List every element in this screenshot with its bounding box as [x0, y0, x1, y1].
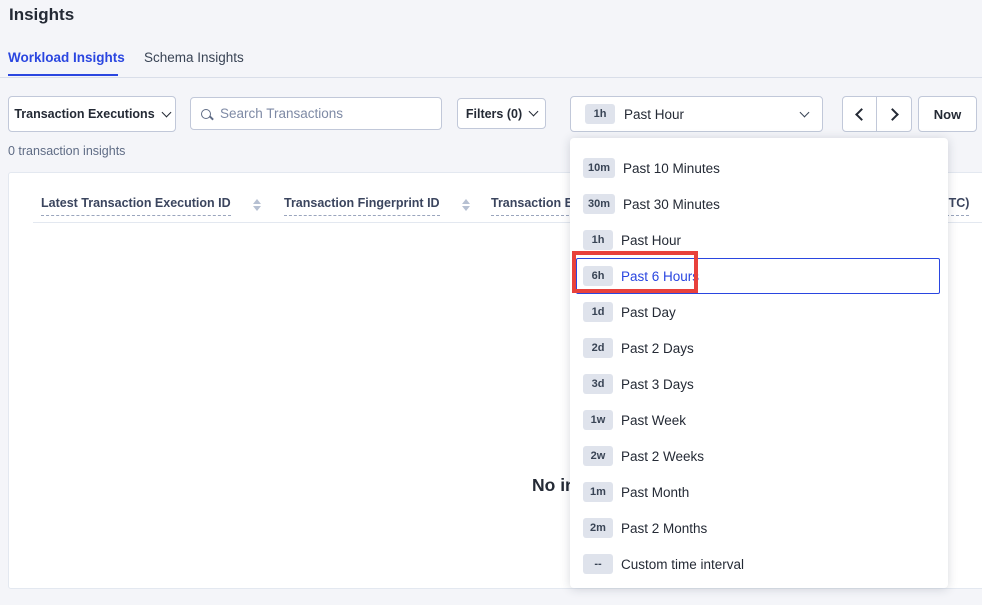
chevron-right-icon [886, 108, 899, 121]
tab-schema-insights[interactable]: Schema Insights [144, 50, 244, 65]
time-interval-option[interactable]: 10m Past 10 Minutes [570, 150, 948, 186]
insights-page: Insights Workload Insights Schema Insigh… [0, 0, 982, 605]
tab-workload-insights[interactable]: Workload Insights [8, 50, 125, 65]
interval-badge: 1w [583, 410, 613, 430]
transaction-type-dropdown[interactable]: Transaction Executions [8, 96, 176, 132]
search-box[interactable] [190, 97, 442, 130]
chevron-left-icon [855, 108, 868, 121]
time-interval-option[interactable]: 1h Past Hour [570, 222, 948, 258]
table-column-header: Transaction Fingerprint ID [284, 196, 470, 216]
chevron-down-icon [161, 107, 171, 117]
interval-label: Past 3 Days [621, 377, 694, 392]
time-interval-option[interactable]: 2w Past 2 Weeks [570, 438, 948, 474]
interval-badge: 1m [583, 482, 613, 502]
column-header-label: Latest Transaction Execution ID [41, 196, 231, 216]
time-interval-badge: 1h [585, 104, 615, 124]
interval-badge: 2d [583, 338, 613, 358]
column-header-label: Transaction Fingerprint ID [284, 196, 440, 216]
interval-label: Past 2 Months [621, 521, 707, 536]
time-interval-option[interactable]: 2m Past 2 Months [570, 510, 948, 546]
interval-label: Past 2 Days [621, 341, 694, 356]
interval-badge: -- [583, 554, 613, 574]
time-interval-option[interactable]: 30m Past 30 Minutes [570, 186, 948, 222]
time-interval-option[interactable]: -- Custom time interval [570, 546, 948, 582]
sort-icon[interactable] [253, 199, 261, 211]
interval-label: Custom time interval [621, 557, 744, 572]
table-column-header: Latest Transaction Execution ID [41, 196, 261, 216]
interval-label: Past Month [621, 485, 689, 500]
time-interval-pager [842, 96, 912, 132]
interval-badge: 2w [583, 446, 613, 466]
time-interval-menu: 10m Past 10 Minutes 30m Past 30 Minutes … [570, 138, 948, 588]
interval-badge: 1d [583, 302, 613, 322]
time-interval-option[interactable]: 1w Past Week [570, 402, 948, 438]
interval-badge: 6h [583, 266, 613, 286]
search-icon [201, 109, 211, 119]
filters-button[interactable]: Filters (0) [457, 98, 546, 129]
interval-badge: 10m [583, 158, 615, 178]
page-title: Insights [9, 5, 74, 25]
interval-label: Past Hour [621, 233, 681, 248]
now-button[interactable]: Now [918, 96, 977, 132]
active-tab-underline [8, 74, 118, 76]
filters-label: Filters (0) [466, 107, 522, 121]
time-interval-dropdown-button[interactable]: 1h Past Hour [570, 96, 823, 132]
insights-count: 0 transaction insights [8, 144, 125, 158]
next-interval-button[interactable] [877, 97, 911, 131]
time-interval-label: Past Hour [624, 107, 684, 122]
sort-icon[interactable] [462, 199, 470, 211]
interval-label: Past 30 Minutes [623, 197, 720, 212]
interval-label: Past Day [621, 305, 676, 320]
time-interval-option[interactable]: 1d Past Day [570, 294, 948, 330]
interval-label: Past Week [621, 413, 686, 428]
interval-label: Past 2 Weeks [621, 449, 704, 464]
time-interval-option[interactable]: 6h Past 6 Hours [576, 258, 940, 294]
time-interval-option[interactable]: 2d Past 2 Days [570, 330, 948, 366]
interval-label: Past 6 Hours [621, 269, 699, 284]
chevron-down-icon [529, 107, 539, 117]
tabs-divider [0, 77, 982, 78]
interval-badge: 1h [583, 230, 613, 250]
interval-label: Past 10 Minutes [623, 161, 720, 176]
interval-badge: 30m [583, 194, 615, 214]
chevron-down-icon [800, 108, 810, 118]
interval-badge: 3d [583, 374, 613, 394]
transaction-type-label: Transaction Executions [14, 107, 154, 121]
interval-badge: 2m [583, 518, 613, 538]
search-input[interactable] [220, 106, 431, 121]
time-interval-option[interactable]: 3d Past 3 Days [570, 366, 948, 402]
time-interval-option[interactable]: 1m Past Month [570, 474, 948, 510]
prev-interval-button[interactable] [843, 97, 877, 131]
